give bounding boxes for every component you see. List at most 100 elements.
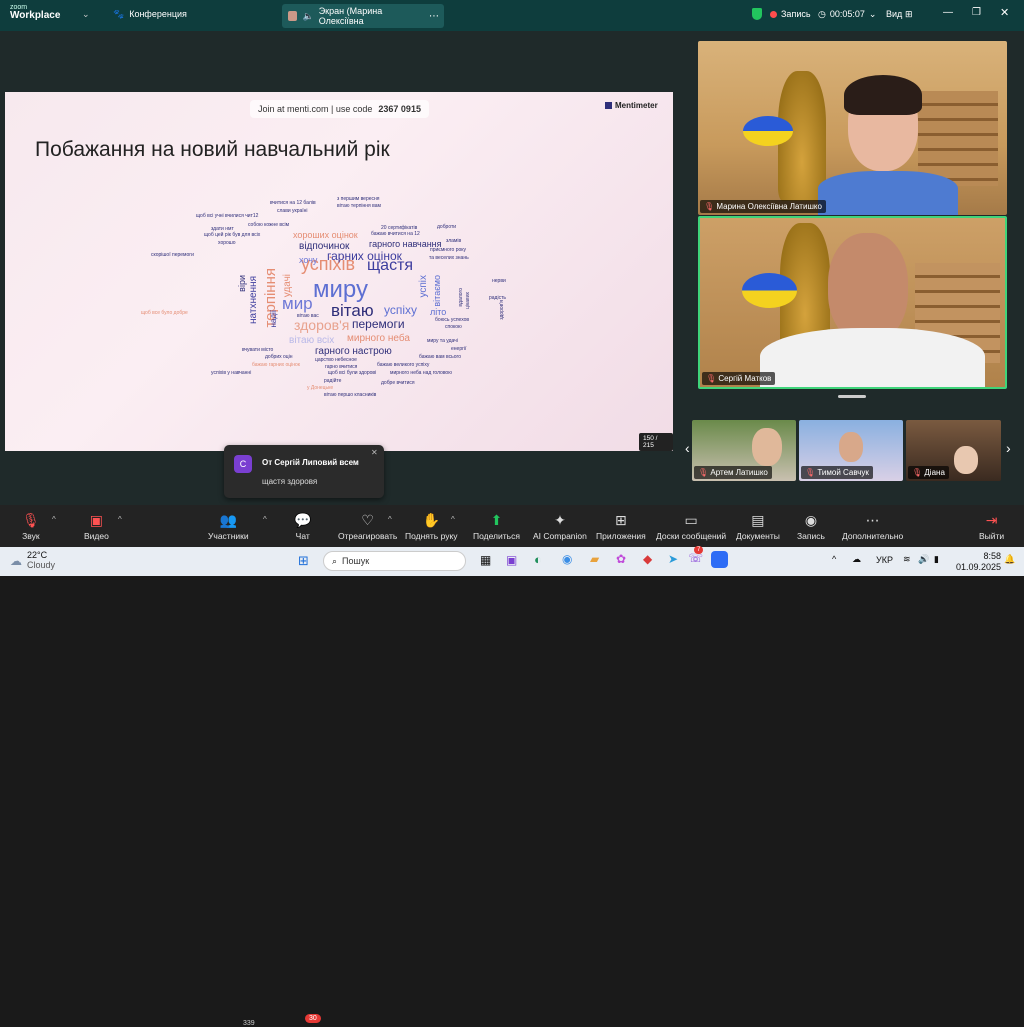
word-cloud-word: удачі: [282, 274, 293, 298]
word-cloud-word: у Донецьке: [307, 385, 334, 391]
participant-tile[interactable]: 🎙 Діана: [906, 420, 1001, 481]
weather-widget[interactable]: ☁ 22°C Cloudy: [10, 550, 55, 571]
word-cloud-word: добрих оцін: [265, 354, 293, 360]
ai-companion-button[interactable]: ✦ AI Companion: [533, 505, 587, 547]
word-cloud-word: щоб всі учні вчилися чит12: [196, 213, 259, 219]
apps-button[interactable]: ⊞ Приложения: [596, 505, 646, 547]
clock[interactable]: 8:58 01.09.2025: [956, 551, 1001, 573]
restore-icon[interactable]: ❐: [972, 7, 981, 18]
paw-icon: 🐾: [113, 9, 125, 19]
mic-muted-icon: 🎙: [912, 468, 923, 477]
minimize-icon[interactable]: —: [943, 7, 953, 18]
leave-button[interactable]: ⇥ Выйти: [979, 505, 1004, 547]
word-cloud-word: вчувати місто: [242, 347, 274, 353]
meet-icon[interactable]: ▣: [506, 553, 517, 567]
raise-hand-button[interactable]: ✋ Поднять руку: [405, 505, 458, 547]
windows-start-icon[interactable]: ⊞: [298, 553, 309, 569]
word-cloud-word: бажаю гарних оцінок: [252, 362, 300, 368]
chat-notification[interactable]: C От Сергій Липовий всем щастя здоровя ✕: [224, 445, 384, 498]
participant-name: 🎙 Тимой Савчук: [801, 466, 873, 479]
word-cloud-word: та веселих знань: [429, 255, 469, 261]
face-image: [828, 233, 908, 343]
chevron-up-icon[interactable]: ^: [263, 515, 267, 524]
chevron-up-icon[interactable]: ^: [52, 515, 56, 524]
word-cloud-word: хороших оцінок: [293, 230, 358, 240]
chevron-right-icon[interactable]: ›: [1006, 440, 1011, 456]
meeting-timer: ◷ 00:05:07 ⌄: [818, 9, 877, 20]
task-view-icon[interactable]: ▦: [480, 553, 491, 567]
zoom-app-icon[interactable]: [711, 551, 728, 568]
more-button[interactable]: ⋯ Дополнительно: [842, 505, 903, 547]
avatar: C: [234, 455, 252, 473]
chevron-down-icon[interactable]: ⌄: [869, 9, 877, 20]
word-cloud-word: добре вчитися: [381, 380, 415, 386]
word-cloud-word: здоров'я: [294, 317, 350, 333]
copilot-icon[interactable]: ✿: [616, 552, 626, 566]
react-button[interactable]: ♡ Отреагировать: [338, 505, 397, 547]
view-menu[interactable]: Вид: [886, 9, 902, 19]
chevron-down-icon[interactable]: ⌄: [82, 9, 90, 20]
word-cloud-word: надії: [269, 310, 278, 328]
chevron-up-icon[interactable]: ^: [388, 515, 392, 524]
windows-taskbar: ☁ 22°C Cloudy ⊞ ⌕ Пошук ▦ ▣ ◐ ◉ ▰ ✿ ◆ ➤ ☏…: [0, 546, 1024, 576]
participants-button[interactable]: 👥 Участники: [208, 505, 249, 547]
chevron-up-icon[interactable]: ^: [832, 554, 836, 564]
word-cloud-word: приємного року: [430, 247, 467, 253]
face-image: [752, 428, 782, 466]
bell-icon[interactable]: 🔔: [1004, 554, 1015, 565]
participant-name: 🎙 Діана: [908, 466, 949, 479]
audio-button[interactable]: 🎙 Звук: [22, 505, 40, 547]
participant-tile-active-speaker[interactable]: 🎙 Сергій Матков: [698, 216, 1007, 389]
word-cloud-word: щоб цей рік був для всіх: [204, 232, 261, 238]
participant-tile-main[interactable]: 🎙 Марина Олексіївна Латишко: [698, 41, 1007, 215]
participant-tile[interactable]: 🎙 Тимой Савчук: [799, 420, 903, 481]
face-image: [954, 446, 978, 474]
folder-icon[interactable]: ▰: [590, 552, 599, 566]
word-cloud-word: гарного настрою: [315, 346, 392, 357]
chevron-left-icon[interactable]: ‹: [685, 440, 690, 456]
share-button[interactable]: ⬆ Поделиться: [473, 505, 520, 547]
word-cloud-word: відпочинок: [299, 241, 350, 252]
participant-tile[interactable]: 🎙 Артем Латишко: [692, 420, 796, 481]
record-indicator[interactable]: Запись: [770, 9, 811, 19]
word-cloud-word: бажаю великого успіху: [377, 362, 430, 368]
video-button[interactable]: ▣ Видео: [84, 505, 109, 547]
slide-counter: 150 / 215: [639, 433, 673, 451]
wifi-icon[interactable]: ≋: [903, 554, 911, 565]
close-icon[interactable]: ✕: [1000, 6, 1009, 19]
chevron-up-icon[interactable]: ^: [118, 515, 122, 524]
drag-handle[interactable]: [838, 395, 866, 398]
battery-icon[interactable]: ▮: [934, 554, 939, 565]
word-cloud-word: собою кожне всім: [248, 222, 290, 228]
view-grid-icon[interactable]: ⊞: [905, 9, 913, 20]
chrome-icon[interactable]: ◉: [562, 552, 572, 566]
docs-button[interactable]: ▤ Документы: [736, 505, 780, 547]
language-indicator[interactable]: УКР: [876, 555, 893, 565]
cloud-sync-icon[interactable]: ☁: [852, 554, 861, 565]
more-options-icon[interactable]: ⋯: [429, 11, 439, 22]
shared-slide: Join at menti.com | use code 2367 0915 M…: [5, 92, 673, 451]
mic-muted-icon: 🎙: [22, 512, 40, 528]
ribbon-image: [743, 116, 793, 146]
taskbar-search[interactable]: ⌕ Пошук: [323, 551, 466, 571]
word-cloud-word: вітаю терпіння вам: [337, 203, 381, 209]
close-icon[interactable]: ✕: [371, 448, 378, 457]
word-cloud-word: царство небесное: [315, 357, 357, 363]
office-icon[interactable]: ◆: [643, 552, 652, 566]
screen-share-tab[interactable]: 🔈 Экран (Марина Олексіївна ⋯: [282, 4, 444, 28]
books-image: [918, 91, 998, 186]
chevron-up-icon[interactable]: ^: [451, 515, 455, 524]
word-cloud-word: боюсь успехов: [435, 317, 470, 323]
chat-button[interactable]: 💬 Чат: [294, 505, 311, 547]
volume-icon[interactable]: 🔊: [918, 554, 929, 565]
record-button[interactable]: ◉ Запись: [797, 505, 825, 547]
edge-icon[interactable]: ◐: [534, 552, 542, 567]
meeting-info-button[interactable]: 🐾 Конференция: [113, 9, 187, 20]
ribbon-image: [742, 273, 797, 308]
video-off-icon: ▣: [89, 512, 104, 528]
whiteboards-button[interactable]: ▭ Доски сообщений: [656, 505, 726, 547]
telegram-icon[interactable]: ➤: [668, 552, 678, 566]
word-cloud-word: вітаю всіх: [289, 335, 335, 346]
apps-icon: ⊞: [615, 512, 627, 528]
search-icon: ⌕: [332, 555, 338, 566]
